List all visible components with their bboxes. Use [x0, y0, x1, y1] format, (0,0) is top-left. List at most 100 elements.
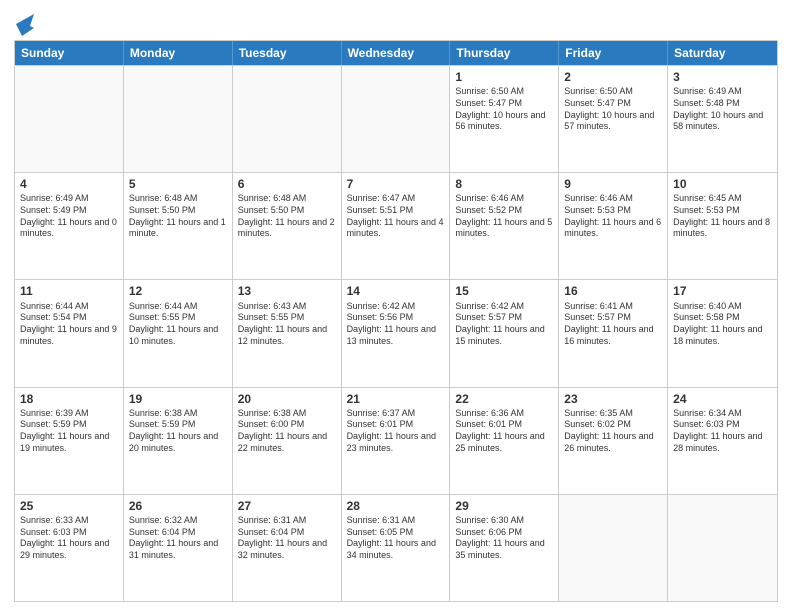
calendar-cell-0-3 [342, 66, 451, 172]
header-monday: Monday [124, 41, 233, 65]
cell-date-11: 11 [20, 283, 118, 299]
calendar-cell-4-4: 29Sunrise: 6:30 AMSunset: 6:06 PMDayligh… [450, 495, 559, 601]
cell-info-4: Sunrise: 6:49 AMSunset: 5:49 PMDaylight:… [20, 193, 118, 240]
cell-date-29: 29 [455, 498, 553, 514]
cell-info-22: Sunrise: 6:36 AMSunset: 6:01 PMDaylight:… [455, 408, 553, 455]
header-wednesday: Wednesday [342, 41, 451, 65]
calendar-cell-2-5: 16 Sunrise: 6:41 AMSunset: 5:57 PMDayligh… [559, 280, 668, 386]
cell-info-29: Sunrise: 6:30 AMSunset: 6:06 PMDaylight:… [455, 515, 553, 562]
cell-date-4: 4 [20, 176, 118, 192]
calendar-cell-3-6: 24Sunrise: 6:34 AMSunset: 6:03 PMDayligh… [668, 388, 777, 494]
cell-info-15: Sunrise: 6:42 AMSunset: 5:57 PMDaylight:… [455, 301, 553, 348]
cell-date-12: 12 [129, 283, 227, 299]
calendar-cell-2-2: 13 Sunrise: 6:43 AMSunset: 5:55 PMDayligh… [233, 280, 342, 386]
calendar-cell-0-0 [15, 66, 124, 172]
calendar-cell-4-6 [668, 495, 777, 601]
cell-date-15: 15 [455, 283, 553, 299]
cell-date-16: 16 [564, 283, 662, 299]
cell-info-18: Sunrise: 6:39 AMSunset: 5:59 PMDaylight:… [20, 408, 118, 455]
cell-date-1: 1 [455, 69, 553, 85]
calendar-cell-3-0: 18Sunrise: 6:39 AMSunset: 5:59 PMDayligh… [15, 388, 124, 494]
calendar-cell-3-1: 19Sunrise: 6:38 AMSunset: 5:59 PMDayligh… [124, 388, 233, 494]
calendar-cell-3-3: 21Sunrise: 6:37 AMSunset: 6:01 PMDayligh… [342, 388, 451, 494]
cell-date-26: 26 [129, 498, 227, 514]
cell-info-1: Sunrise: 6:50 AMSunset: 5:47 PMDaylight:… [455, 86, 553, 133]
cell-info-25: Sunrise: 6:33 AMSunset: 6:03 PMDaylight:… [20, 515, 118, 562]
logo [14, 14, 34, 36]
calendar-cell-1-3: 7Sunrise: 6:47 AMSunset: 5:51 PMDaylight… [342, 173, 451, 279]
cell-date-6: 6 [238, 176, 336, 192]
calendar-cell-2-4: 15 Sunrise: 6:42 AMSunset: 5:57 PMDayligh… [450, 280, 559, 386]
calendar-cell-3-2: 20Sunrise: 6:38 AMSunset: 6:00 PMDayligh… [233, 388, 342, 494]
cell-date-23: 23 [564, 391, 662, 407]
calendar-cell-4-0: 25Sunrise: 6:33 AMSunset: 6:03 PMDayligh… [15, 495, 124, 601]
cell-date-28: 28 [347, 498, 445, 514]
header-saturday: Saturday [668, 41, 777, 65]
calendar-cell-1-0: 4Sunrise: 6:49 AMSunset: 5:49 PMDaylight… [15, 173, 124, 279]
calendar-cell-2-3: 14Sunrise: 6:42 AMSunset: 5:56 PMDayligh… [342, 280, 451, 386]
cell-info-10: Sunrise: 6:45 AMSunset: 5:53 PMDaylight:… [673, 193, 772, 240]
calendar-cell-2-6: 17 Sunrise: 6:40 AMSunset: 5:58 PMDayligh… [668, 280, 777, 386]
calendar-cell-0-6: 3Sunrise: 6:49 AMSunset: 5:48 PMDaylight… [668, 66, 777, 172]
cell-info-23: Sunrise: 6:35 AMSunset: 6:02 PMDaylight:… [564, 408, 662, 455]
calendar-row-4: 25Sunrise: 6:33 AMSunset: 6:03 PMDayligh… [15, 494, 777, 601]
header-thursday: Thursday [450, 41, 559, 65]
calendar-cell-0-1 [124, 66, 233, 172]
cell-info-8: Sunrise: 6:46 AMSunset: 5:52 PMDaylight:… [455, 193, 553, 240]
cell-info-19: Sunrise: 6:38 AMSunset: 5:59 PMDaylight:… [129, 408, 227, 455]
cell-info-27: Sunrise: 6:31 AMSunset: 6:04 PMDaylight:… [238, 515, 336, 562]
calendar-cell-0-2 [233, 66, 342, 172]
header-tuesday: Tuesday [233, 41, 342, 65]
calendar-cell-4-1: 26Sunrise: 6:32 AMSunset: 6:04 PMDayligh… [124, 495, 233, 601]
cell-date-18: 18 [20, 391, 118, 407]
calendar-row-2: 11 Sunrise: 6:44 AMSunset: 5:54 PMDayligh… [15, 279, 777, 386]
cell-date-7: 7 [347, 176, 445, 192]
calendar-cell-0-4: 1Sunrise: 6:50 AMSunset: 5:47 PMDaylight… [450, 66, 559, 172]
header-sunday: Sunday [15, 41, 124, 65]
cell-date-17: 17 [673, 283, 772, 299]
calendar-cell-1-4: 8Sunrise: 6:46 AMSunset: 5:52 PMDaylight… [450, 173, 559, 279]
cell-info-13: Sunrise: 6:43 AMSunset: 5:55 PMDaylight:… [238, 301, 336, 348]
cell-info-2: Sunrise: 6:50 AMSunset: 5:47 PMDaylight:… [564, 86, 662, 133]
cell-info-9: Sunrise: 6:46 AMSunset: 5:53 PMDaylight:… [564, 193, 662, 240]
cell-info-26: Sunrise: 6:32 AMSunset: 6:04 PMDaylight:… [129, 515, 227, 562]
cell-date-22: 22 [455, 391, 553, 407]
calendar-row-0: 1Sunrise: 6:50 AMSunset: 5:47 PMDaylight… [15, 65, 777, 172]
cell-info-14: Sunrise: 6:42 AMSunset: 5:56 PMDaylight:… [347, 301, 445, 348]
cell-date-9: 9 [564, 176, 662, 192]
calendar-cell-1-2: 6Sunrise: 6:48 AMSunset: 5:50 PMDaylight… [233, 173, 342, 279]
logo-text [14, 14, 34, 36]
cell-info-28: Sunrise: 6:31 AMSunset: 6:05 PMDaylight:… [347, 515, 445, 562]
cell-info-11: Sunrise: 6:44 AMSunset: 5:54 PMDaylight:… [20, 301, 118, 348]
calendar-cell-3-5: 23Sunrise: 6:35 AMSunset: 6:02 PMDayligh… [559, 388, 668, 494]
cell-date-13: 13 [238, 283, 336, 299]
cell-info-20: Sunrise: 6:38 AMSunset: 6:00 PMDaylight:… [238, 408, 336, 455]
calendar-body: 1Sunrise: 6:50 AMSunset: 5:47 PMDaylight… [15, 65, 777, 601]
cell-info-7: Sunrise: 6:47 AMSunset: 5:51 PMDaylight:… [347, 193, 445, 240]
calendar-cell-3-4: 22Sunrise: 6:36 AMSunset: 6:01 PMDayligh… [450, 388, 559, 494]
cell-info-17: Sunrise: 6:40 AMSunset: 5:58 PMDaylight:… [673, 301, 772, 348]
calendar-cell-2-1: 12Sunrise: 6:44 AMSunset: 5:55 PMDayligh… [124, 280, 233, 386]
cell-date-25: 25 [20, 498, 118, 514]
calendar-cell-4-2: 27Sunrise: 6:31 AMSunset: 6:04 PMDayligh… [233, 495, 342, 601]
calendar-cell-4-3: 28Sunrise: 6:31 AMSunset: 6:05 PMDayligh… [342, 495, 451, 601]
calendar-cell-2-0: 11 Sunrise: 6:44 AMSunset: 5:54 PMDayligh… [15, 280, 124, 386]
cell-info-16: Sunrise: 6:41 AMSunset: 5:57 PMDaylight:… [564, 301, 662, 348]
calendar-cell-1-5: 9Sunrise: 6:46 AMSunset: 5:53 PMDaylight… [559, 173, 668, 279]
top-section [14, 10, 778, 36]
cell-date-20: 20 [238, 391, 336, 407]
cell-date-19: 19 [129, 391, 227, 407]
cell-info-3: Sunrise: 6:49 AMSunset: 5:48 PMDaylight:… [673, 86, 772, 133]
calendar-cell-0-5: 2Sunrise: 6:50 AMSunset: 5:47 PMDaylight… [559, 66, 668, 172]
cell-info-5: Sunrise: 6:48 AMSunset: 5:50 PMDaylight:… [129, 193, 227, 240]
calendar: Sunday Monday Tuesday Wednesday Thursday… [14, 40, 778, 602]
calendar-cell-1-1: 5Sunrise: 6:48 AMSunset: 5:50 PMDaylight… [124, 173, 233, 279]
cell-date-24: 24 [673, 391, 772, 407]
calendar-row-3: 18Sunrise: 6:39 AMSunset: 5:59 PMDayligh… [15, 387, 777, 494]
cell-date-10: 10 [673, 176, 772, 192]
calendar-cell-1-6: 10Sunrise: 6:45 AMSunset: 5:53 PMDayligh… [668, 173, 777, 279]
cell-date-21: 21 [347, 391, 445, 407]
cell-info-6: Sunrise: 6:48 AMSunset: 5:50 PMDaylight:… [238, 193, 336, 240]
cell-date-27: 27 [238, 498, 336, 514]
cell-date-5: 5 [129, 176, 227, 192]
